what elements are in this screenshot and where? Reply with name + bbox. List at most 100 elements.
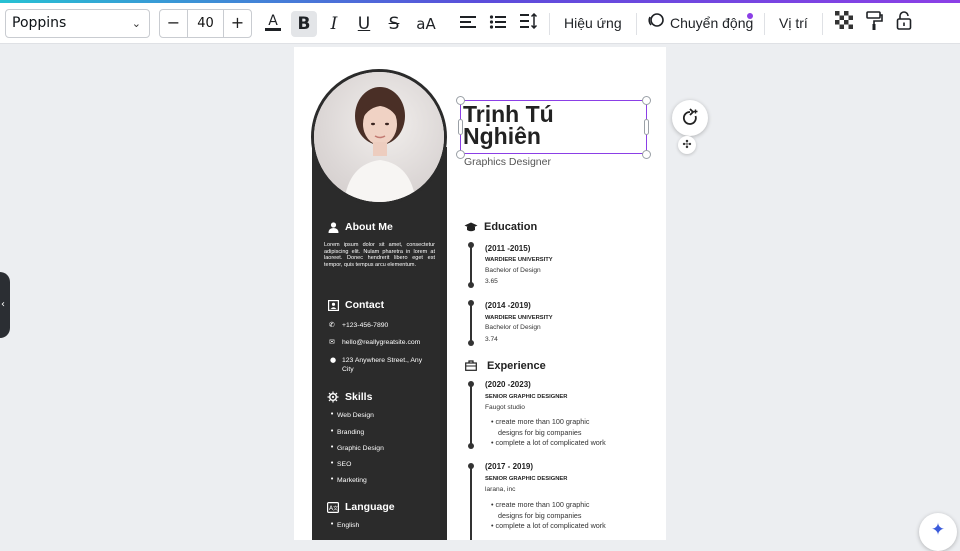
- about-text: Lorem ipsum dolor sit amet, consectetur …: [324, 242, 435, 268]
- experience-bullet-text: complete a lot of complicated work: [495, 438, 606, 447]
- collapse-panel-handle[interactable]: ‹: [0, 272, 10, 338]
- effects-button[interactable]: Hiệu ứng: [564, 7, 622, 39]
- language-item: English: [337, 522, 360, 529]
- graduation-cap-icon: [464, 222, 478, 236]
- italic-button[interactable]: I: [321, 11, 347, 37]
- bullet-list-icon: [489, 15, 506, 29]
- toolbar-divider: [636, 13, 637, 35]
- animate-button[interactable]: Chuyển động: [670, 7, 753, 39]
- move-arrows-icon: ✣: [682, 138, 692, 151]
- bold-icon: B: [297, 14, 311, 34]
- paint-roller-icon: [866, 11, 883, 30]
- font-family-value: Poppins: [12, 15, 67, 31]
- strikethrough-button[interactable]: S: [381, 11, 407, 37]
- font-size-input[interactable]: 40: [188, 10, 223, 37]
- education-degree: Bachelor of Design: [485, 324, 541, 331]
- magic-assistant-button[interactable]: ✦: [919, 513, 957, 551]
- bold-button[interactable]: B: [291, 11, 317, 37]
- move-handle[interactable]: ✣: [678, 136, 696, 154]
- contact-address-2: City: [342, 366, 354, 373]
- transparency-icon: [835, 11, 853, 29]
- experience-heading: Experience: [487, 360, 546, 372]
- spacing-button[interactable]: [516, 11, 542, 37]
- education-date: (2011 -2015): [485, 244, 531, 253]
- letter-case-icon: aA: [416, 15, 436, 33]
- experience-company: Faugot studio: [485, 404, 525, 411]
- skill-item: Branding: [337, 429, 365, 436]
- font-family-dropdown[interactable]: Poppins ⌄: [5, 9, 150, 38]
- experience-bullet-text: designs for big companies: [498, 510, 582, 520]
- experience-bullet: • create more than 100 graphic designs f…: [491, 500, 606, 532]
- experience-date: (2020 -2023): [485, 380, 531, 389]
- profile-photo[interactable]: [311, 69, 447, 205]
- decrease-font-size-button[interactable]: −: [160, 10, 188, 37]
- bullet: •: [330, 475, 335, 483]
- resume-job-title[interactable]: Graphics Designer: [464, 156, 551, 168]
- user-icon: [327, 222, 339, 234]
- translate-icon: A文: [327, 502, 340, 514]
- experience-role: SENIOR GRAPHIC DESIGNER: [485, 476, 568, 482]
- bullet: •: [330, 443, 335, 451]
- education-gpa: 3.65: [485, 278, 498, 285]
- animate-icon: [645, 11, 667, 37]
- timeline-line: [470, 384, 472, 446]
- rotate-icon: [682, 108, 698, 125]
- position-button[interactable]: Vị trí: [779, 7, 808, 39]
- experience-bullet: • create more than 100 graphic designs f…: [491, 417, 606, 449]
- contact-phone: +123-456-7890: [342, 322, 389, 329]
- increase-font-size-button[interactable]: +: [223, 10, 251, 37]
- sparkle-icon: ✦: [930, 520, 946, 540]
- education-school: WARDIERE UNIVERSITY: [485, 257, 553, 263]
- location-pin-icon: ●: [330, 356, 337, 364]
- svg-text:文: 文: [333, 505, 338, 512]
- skill-item: SEO: [337, 461, 352, 468]
- bullet: •: [330, 520, 335, 528]
- skills-heading: Skills: [345, 391, 373, 403]
- skill-item: Web Design: [337, 412, 374, 419]
- text-color-icon: A: [265, 13, 281, 31]
- contact-email: hello@reallygreatsite.com: [342, 339, 421, 346]
- paint-format-button[interactable]: [861, 11, 887, 37]
- bullet: •: [330, 459, 335, 467]
- name-line-2: Nghiên: [463, 123, 541, 149]
- about-heading: About Me: [345, 221, 393, 233]
- align-button[interactable]: [455, 11, 481, 37]
- resize-handle-right[interactable]: [644, 119, 649, 135]
- phone-icon: ✆: [329, 321, 335, 329]
- experience-bullet-text: create more than 100 graphic: [495, 417, 590, 426]
- timeline-line: [470, 466, 472, 540]
- text-toolbar: Poppins ⌄ − 40 + A B I U S aA Hiệu ứng C…: [0, 3, 960, 44]
- resume-name[interactable]: Trịnh Tú Nghiên: [463, 103, 643, 149]
- strikethrough-icon: S: [388, 14, 400, 34]
- portrait-image: [344, 87, 416, 202]
- experience-role: SENIOR GRAPHIC DESIGNER: [485, 394, 568, 400]
- experience-bullet-text: create more than 100 graphic: [495, 500, 590, 509]
- text-color-button[interactable]: A: [260, 11, 286, 37]
- transparency-button[interactable]: [831, 11, 857, 37]
- toolbar-divider: [764, 13, 765, 35]
- lock-button[interactable]: [891, 11, 917, 37]
- resize-handle-bottom-right[interactable]: [642, 150, 651, 159]
- chevron-down-icon: ⌄: [131, 17, 141, 30]
- skill-item: Marketing: [337, 477, 367, 484]
- language-heading: Language: [345, 501, 395, 513]
- timeline-dot: [468, 282, 474, 288]
- notification-dot: [747, 13, 753, 19]
- letter-case-button[interactable]: aA: [411, 11, 441, 37]
- experience-bullet-text: complete a lot of complicated work: [495, 521, 606, 530]
- bullet: •: [330, 410, 335, 418]
- education-degree: Bachelor of Design: [485, 267, 541, 274]
- contact-card-icon: [327, 300, 339, 312]
- education-date: (2014 -2019): [485, 301, 531, 310]
- rotate-button[interactable]: [672, 100, 708, 136]
- line-spacing-icon: [520, 12, 538, 30]
- education-heading: Education: [484, 221, 538, 233]
- chevron-left-icon: ‹: [1, 299, 5, 310]
- resume-page[interactable]: Trịnh Tú Nghiên Graphics Designer About …: [294, 47, 666, 540]
- education-school: WARDIERE UNIVERSITY: [485, 315, 553, 321]
- education-gpa: 3.74: [485, 336, 498, 343]
- experience-bullet-text: designs for big companies: [498, 427, 582, 437]
- resize-handle-top-right[interactable]: [642, 96, 651, 105]
- underline-button[interactable]: U: [351, 11, 377, 37]
- list-button[interactable]: [485, 11, 511, 37]
